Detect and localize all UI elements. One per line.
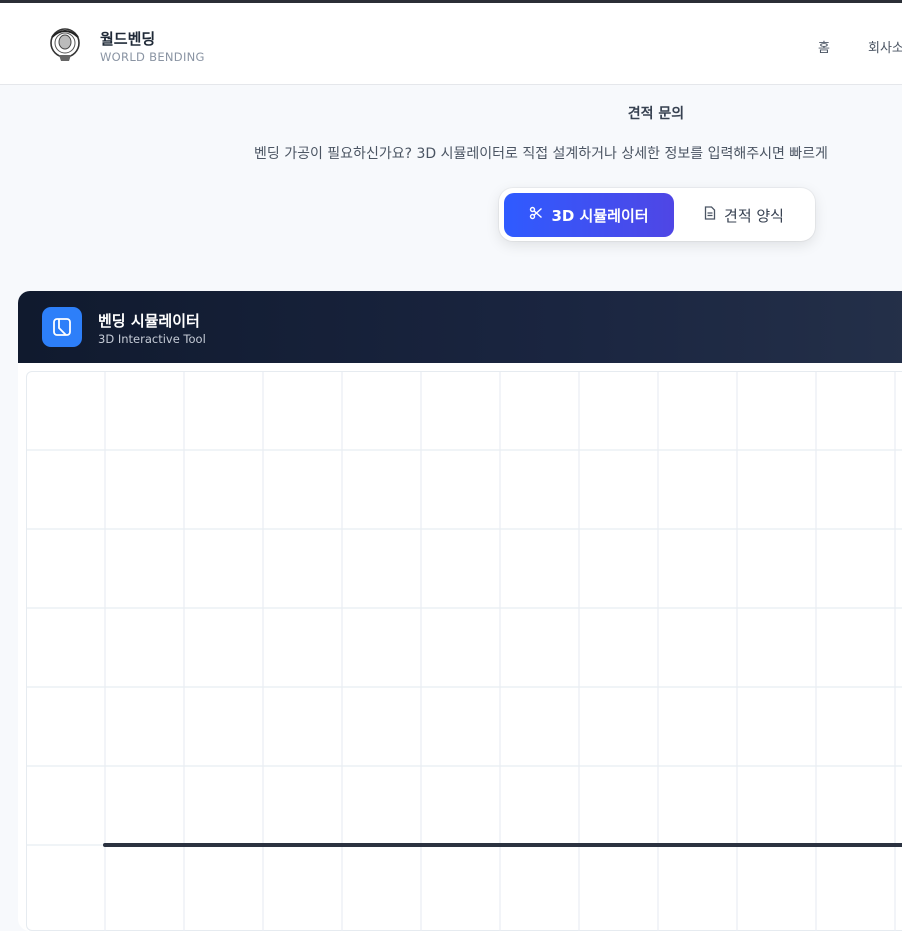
mode-toggle: 3D 시뮬레이터 견적 양식 (499, 188, 815, 241)
scissors-icon (529, 206, 543, 224)
company-logo[interactable] (46, 25, 84, 65)
page-subtitle: 벤딩 가공이 필요하신가요? 3D 시뮬레이터로 직접 설계하거나 상세한 정보… (254, 146, 828, 162)
site-header: 월드벤딩 WORLD BENDING 홈 회사소 (0, 3, 902, 85)
simulator-subtitle: 3D Interactive Tool (98, 332, 206, 346)
brand-name: 월드벤딩 (100, 30, 156, 48)
nav-home-link[interactable]: 홈 (818, 37, 830, 56)
nav-company-link[interactable]: 회사소 (868, 37, 902, 56)
simulator-title: 벤딩 시뮬레이터 (98, 312, 200, 330)
page-title: 견적 문의 (627, 106, 685, 122)
tab-3d-simulator[interactable]: 3D 시뮬레이터 (504, 193, 674, 237)
bend-icon (42, 307, 82, 347)
brand-english-name: WORLD BENDING (100, 50, 205, 64)
simulator-3d-canvas[interactable] (26, 371, 902, 931)
simulator-header: 벤딩 시뮬레이터 3D Interactive Tool (18, 291, 902, 363)
bending-simulator-panel: 벤딩 시뮬레이터 3D Interactive Tool (18, 291, 902, 931)
tab-3d-simulator-label: 3D 시뮬레이터 (551, 206, 649, 225)
grid-lines (27, 372, 902, 931)
tab-quote-form-label: 견적 양식 (724, 206, 784, 225)
tab-quote-form[interactable]: 견적 양식 (679, 193, 809, 237)
document-icon (704, 206, 716, 224)
